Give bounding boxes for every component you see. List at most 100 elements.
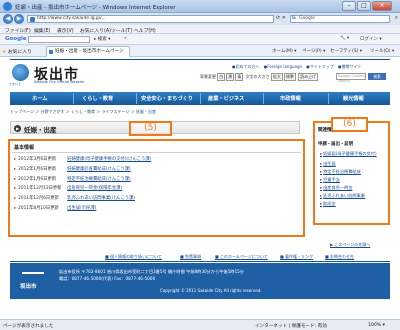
security-zone: インターネット | 保護モード: 有効 [255, 324, 327, 329]
bullet-icon: ▸ [320, 185, 323, 190]
search-icon[interactable]: ⌕ [395, 15, 398, 21]
address-url: http://www.city.sakaide.lg.jp/… [37, 16, 107, 21]
dept-link[interactable]: (けんこう課) [126, 157, 151, 162]
browser-search-input[interactable]: G Google ⌕ [290, 15, 398, 23]
google-more-button[interactable]: » [124, 36, 127, 41]
gnav-safety[interactable]: 安全安心・まちづくり [141, 95, 193, 102]
gnav-divider [328, 93, 329, 104]
window-title: 妊娠・出産 - 坂出市ホームページ - Windows Internet Exp… [15, 5, 176, 11]
star-icon: ★ [2, 50, 7, 55]
related-link[interactable]: ▸特定不妊治療費助成 [320, 169, 361, 175]
dept-link[interactable]: (けんこう課) [106, 177, 131, 182]
related-link[interactable]: ▸出生届 [320, 161, 336, 167]
maximize-button[interactable]: □ [357, 1, 371, 11]
info-link[interactable]: 妊婦健康(母子健康手帳の交付) [67, 157, 126, 162]
related-link[interactable]: ▸乳児ふれあい訪問事業 [320, 193, 365, 199]
util-link-foreign[interactable]: ●Foreign language [264, 64, 302, 69]
google-search-button[interactable]: ▸ 検索 ▾ [94, 36, 110, 42]
safety-menu-button[interactable]: セーフティ(S) ▾ [330, 48, 362, 54]
footer-link-disclaimer[interactable]: ■ 免責事項 [180, 254, 201, 260]
dept-link[interactable]: (けんこう課) [106, 167, 131, 172]
related-link[interactable]: ▸児童手当 [320, 177, 340, 183]
bullet-icon: ▸ [320, 177, 323, 182]
city-emblem-icon [12, 64, 29, 81]
google-settings-button[interactable]: 🔧 ▾ [340, 36, 349, 41]
bg-blue-button[interactable]: 青 [235, 73, 244, 81]
info-link[interactable]: 出産育児一時金 [67, 186, 97, 191]
bullet-icon: ▸ [14, 196, 17, 202]
text-enlarge-button[interactable]: 拡大 [270, 73, 283, 81]
bullet-icon: ▸ [320, 193, 323, 198]
google-signin-button[interactable]: ログイン ▾ [360, 36, 382, 42]
favorites-button[interactable]: ★ お気に入り [2, 48, 32, 55]
footer-city-name: 坂出市 [20, 284, 37, 290]
gnav-divider [263, 93, 264, 104]
gnav-city-info[interactable]: 市政情報 [280, 95, 301, 102]
bullet-icon: ▸ [14, 205, 17, 211]
gnav-living[interactable]: くらし・教育 [82, 95, 113, 102]
footer-link-privacy[interactable]: ■ 個人情報の取り扱いについて [105, 254, 162, 260]
list-item: ▸ 2011年8月10日更新 出生届(市民課) [14, 205, 303, 215]
address-field[interactable]: http://www.city.sakaide.lg.jp/… [27, 15, 274, 23]
back-button[interactable]: ◀ [3, 14, 13, 24]
page-icon [30, 17, 35, 22]
read-aloud-button[interactable]: 読み上げ [298, 73, 319, 81]
bg-white-button[interactable]: 白 [217, 73, 226, 81]
close-button[interactable]: ✕ [372, 1, 392, 11]
related-link[interactable]: ▸助成金 [320, 201, 336, 207]
text-standard-button[interactable]: 標準 [283, 73, 296, 81]
dept-link[interactable]: (市民課) [80, 206, 96, 211]
page-content: さかいで 坂出市 Sakaide City Official Website ●… [0, 57, 400, 319]
menu-tools[interactable]: ツール(T) [111, 27, 132, 34]
site-search-input[interactable]: Google Custom Search [336, 73, 366, 83]
refresh-stop-buttons[interactable]: ⟳ ✕ [276, 15, 286, 21]
bg-black-button[interactable]: 黒 [226, 73, 235, 81]
footer-link-about[interactable]: ■ このホームページについて [215, 254, 268, 260]
gnav-industry[interactable]: 産業・ビジネス [208, 95, 244, 102]
site-tag: さかいで [9, 82, 21, 86]
bullet-icon: ▸ [14, 176, 17, 182]
info-link[interactable]: 乳児ふれあい訪問事業 [67, 196, 110, 201]
footer-emblem-icon [22, 272, 44, 278]
footer-link-contact[interactable]: ■ お問合わせ先 [325, 254, 354, 260]
tools-menu-button[interactable]: ツール(O) ▾ [370, 48, 394, 54]
gnav-tourism[interactable]: 観光情報 [343, 95, 364, 102]
menu-file[interactable]: ファイル(F) [5, 27, 31, 34]
utility-links: ●初めての方へ ●Foreign language ●サイトマップ ●携帯サイト [232, 64, 365, 70]
minimize-button[interactable]: – [342, 1, 356, 11]
google-logo: Google [5, 36, 27, 42]
bullet-icon: ▸ [320, 201, 323, 206]
gnav-home[interactable]: ホーム [32, 95, 47, 102]
basic-info-list: ▸ 2012年3月6日更新 妊婦健康(母子健康手帳の交付)(けんこう課) ▸ 2012… [14, 156, 303, 215]
menu-view[interactable]: 表示(V) [57, 27, 74, 34]
dept-link[interactable]: (けんこう課) [110, 196, 135, 201]
util-link-sitemap[interactable]: ●サイトマップ [306, 64, 334, 69]
info-link[interactable]: 出生届 [67, 206, 80, 211]
util-link-mobile[interactable]: ●携帯サイト [338, 64, 362, 69]
footer-link-copyright[interactable]: ■ 著作権・リンク [280, 254, 313, 260]
annotation-label-6: (6) [331, 117, 368, 132]
tab-current[interactable]: 妊娠・出産 - 坂出市ホームページ [46, 46, 130, 57]
home-button[interactable]: ホーム(M) ▾ [272, 48, 296, 54]
breadcrumb[interactable]: トップページ ＞ 分野でさがす ＞ くらし・教育 ＞ ライフステージ ＞ 妊娠・… [10, 109, 156, 115]
bullet-icon: ▸ [14, 157, 17, 162]
info-link[interactable]: 特定不妊治療費助成 [67, 177, 106, 182]
page-menu-button[interactable]: ページ(P) ▾ [302, 48, 325, 54]
util-link-first-time[interactable]: ●初めての方へ [232, 64, 260, 69]
page-top-link[interactable]: ▶ このページの先頭へ [330, 242, 370, 248]
related-link[interactable]: ▸出産育児一時金 [320, 185, 352, 191]
related-link[interactable]: ▸妊娠届(母子健康手帳の交付) [320, 151, 377, 157]
footer-copyright: Copyright © 2011 Sakaide City All rights… [160, 288, 262, 293]
info-link[interactable]: 妊婦健康診査費助成 [67, 167, 106, 172]
menu-favorites[interactable]: お気に入り(A) [80, 27, 111, 34]
forward-button[interactable]: ▶ [14, 14, 24, 24]
menu-edit[interactable]: 編集(E) [34, 27, 50, 34]
tab-page-icon [49, 50, 53, 54]
site-search-button[interactable]: 検索 [368, 73, 386, 80]
menu-help[interactable]: ヘルプ(H) [134, 27, 156, 34]
bullet-icon: ▸ [320, 161, 323, 166]
google-toolbar-search-input[interactable] [28, 36, 90, 43]
dept-link[interactable]: (保険年金課) [97, 186, 122, 191]
page-title: 妊娠・出産 [24, 126, 57, 134]
zoom-control[interactable]: 100% ▾ [368, 323, 385, 328]
